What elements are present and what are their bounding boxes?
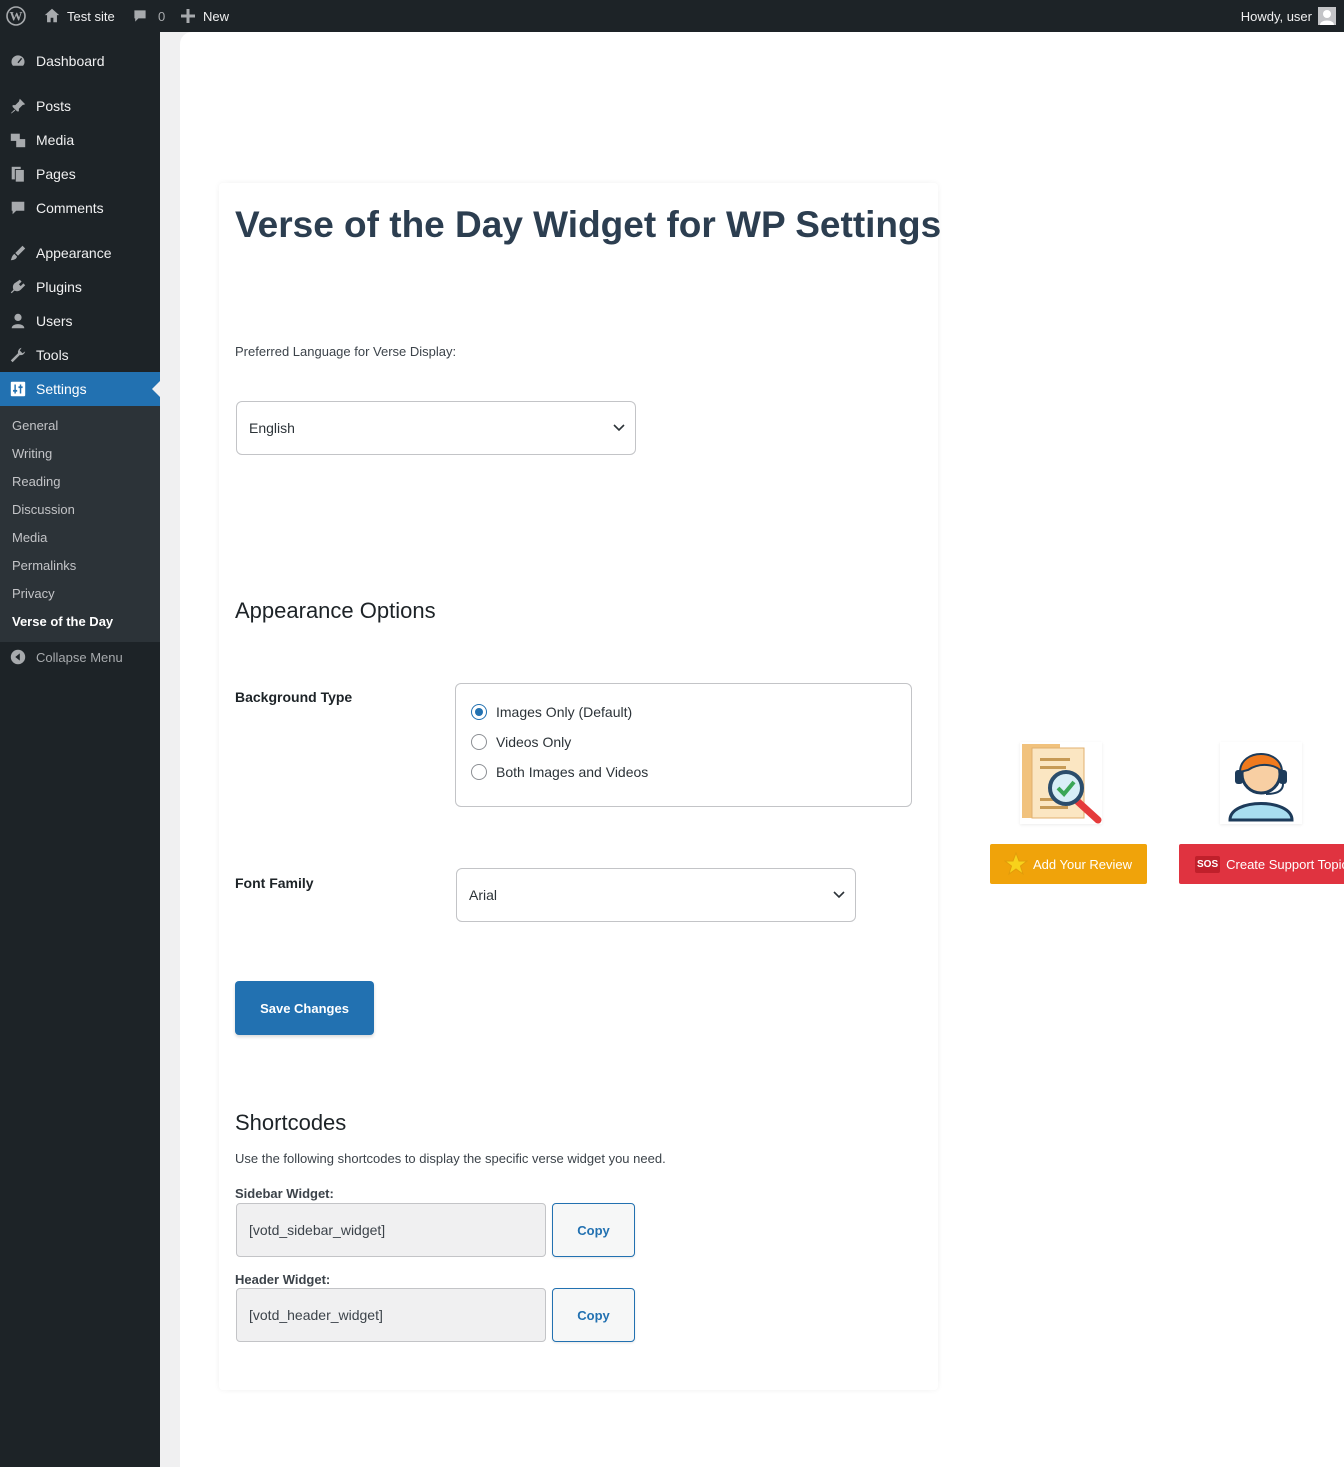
- submenu-item-discussion[interactable]: Discussion: [12, 502, 75, 517]
- page-title: Verse of the Day Widget for WP Settings: [235, 204, 942, 245]
- sidebar-item-label: Settings: [36, 381, 87, 397]
- radio-images-only[interactable]: Images Only (Default): [471, 704, 632, 720]
- sidebar-item-label: Users: [36, 313, 73, 329]
- shortcodes-description: Use the following shortcodes to display …: [235, 1151, 666, 1166]
- header-shortcode-field[interactable]: [votd_header_widget]: [236, 1288, 546, 1342]
- submenu-item-reading[interactable]: Reading: [12, 474, 60, 489]
- new-content-link[interactable]: New: [181, 0, 229, 32]
- plug-icon: [0, 278, 36, 296]
- sidebar-widget-label: Sidebar Widget:: [235, 1186, 334, 1201]
- submenu-item-privacy[interactable]: Privacy: [12, 586, 55, 601]
- submenu-item-verse-of-the-day[interactable]: Verse of the Day: [12, 614, 113, 629]
- submenu-item-writing[interactable]: Writing: [12, 446, 52, 461]
- home-icon: [44, 8, 60, 23]
- settings-icon: [0, 380, 36, 398]
- review-document-icon: [1020, 742, 1102, 824]
- sidebar-item-appearance[interactable]: Appearance: [0, 236, 160, 270]
- sidebar-shortcode-value: [votd_sidebar_widget]: [249, 1222, 386, 1238]
- radio-label: Images Only (Default): [496, 704, 633, 720]
- sidebar-item-plugins[interactable]: Plugins: [0, 270, 160, 304]
- chevron-down-icon: [613, 424, 625, 432]
- sidebar-item-dashboard[interactable]: Dashboard: [0, 44, 160, 78]
- new-label: New: [203, 8, 230, 24]
- comment-icon: [134, 10, 146, 22]
- plus-icon: [181, 9, 195, 23]
- radio-button[interactable]: [471, 704, 487, 720]
- sidebar-item-tools[interactable]: Tools: [0, 338, 160, 372]
- create-support-topic-button[interactable]: SOS Create Support Topic: [1179, 844, 1344, 884]
- site-name-link[interactable]: Test site: [43, 0, 115, 32]
- radio-label: Videos Only: [496, 734, 572, 750]
- comments-count: 0: [158, 8, 166, 24]
- sos-icon: SOS: [1195, 855, 1221, 873]
- language-label: Preferred Language for Verse Display:: [235, 344, 457, 359]
- user-icon: [0, 312, 36, 330]
- copy-sidebar-shortcode-button[interactable]: Copy: [552, 1203, 635, 1257]
- radio-videos-only[interactable]: Videos Only: [471, 734, 571, 750]
- howdy-text: Howdy, user: [1240, 8, 1312, 24]
- radio-button[interactable]: [471, 734, 487, 750]
- appearance-heading: Appearance Options: [235, 598, 436, 623]
- comments-link[interactable]: 0: [132, 0, 165, 32]
- svg-text:W: W: [10, 9, 23, 24]
- radio-label: Both Images and Videos: [496, 764, 649, 780]
- add-review-button[interactable]: Add Your Review: [990, 844, 1147, 884]
- submenu-item-permalinks[interactable]: Permalinks: [12, 558, 76, 573]
- background-type-label: Background Type: [235, 689, 353, 705]
- media-icon: [0, 131, 36, 149]
- font-select-value: Arial: [469, 887, 498, 903]
- current-menu-arrow: [152, 381, 160, 397]
- dashboard-icon: [0, 52, 36, 70]
- create-support-label: Create Support Topic: [1226, 856, 1344, 872]
- wordpress-logo-icon[interactable]: W: [6, 0, 26, 32]
- header-widget-label: Header Widget:: [235, 1272, 331, 1287]
- sidebar-item-comments[interactable]: Comments: [0, 191, 160, 225]
- brush-icon: [0, 244, 36, 262]
- sidebar-item-label: Tools: [36, 347, 69, 363]
- pin-icon: [0, 97, 36, 115]
- collapse-arrow-icon: [0, 648, 36, 666]
- star-icon: [1004, 852, 1028, 876]
- chevron-down-icon: [833, 891, 845, 899]
- header-shortcode-value: [votd_header_widget]: [249, 1307, 383, 1323]
- sidebar-item-label: Media: [36, 132, 75, 148]
- sidebar-item-label: Pages: [36, 166, 76, 182]
- radio-button[interactable]: [471, 764, 487, 780]
- settings-submenu: General Writing Reading Discussion Media…: [0, 406, 160, 642]
- sidebar-item-label: Plugins: [36, 279, 82, 295]
- submenu-item-general[interactable]: General: [12, 418, 58, 433]
- font-family-select[interactable]: Arial: [456, 868, 856, 922]
- collapse-label: Collapse Menu: [36, 649, 123, 665]
- sidebar-shortcode-field[interactable]: [votd_sidebar_widget]: [236, 1203, 546, 1257]
- sidebar-item-posts[interactable]: Posts: [0, 89, 160, 123]
- wrench-icon: [0, 346, 36, 364]
- admin-sidebar: Dashboard Posts Media Pages Comments App…: [0, 32, 160, 1467]
- pages-icon: [0, 165, 36, 183]
- sidebar-item-media[interactable]: Media: [0, 123, 160, 157]
- site-name: Test site: [67, 8, 115, 24]
- add-review-label: Add Your Review: [1033, 856, 1133, 872]
- submenu-item-media[interactable]: Media: [12, 530, 47, 545]
- sidebar-item-users[interactable]: Users: [0, 304, 160, 338]
- copy-header-shortcode-button[interactable]: Copy: [552, 1288, 635, 1342]
- save-changes-button[interactable]: Save Changes: [235, 981, 374, 1035]
- admin-bar: W Test site 0 New Howdy, user: [0, 0, 1344, 32]
- collapse-menu-button[interactable]: Collapse Menu: [0, 646, 123, 668]
- avatar: [1318, 7, 1336, 25]
- comment-icon: [0, 199, 36, 217]
- support-agent-icon: [1220, 742, 1302, 824]
- font-family-label: Font Family: [235, 875, 314, 891]
- sidebar-item-label: Dashboard: [36, 53, 105, 69]
- account-menu[interactable]: Howdy, user: [1241, 0, 1336, 32]
- shortcodes-heading: Shortcodes: [235, 1110, 347, 1135]
- sidebar-item-settings[interactable]: Settings: [0, 372, 160, 406]
- language-select[interactable]: English: [236, 401, 636, 455]
- sidebar-item-pages[interactable]: Pages: [0, 157, 160, 191]
- language-select-value: English: [249, 420, 295, 436]
- sidebar-item-label: Appearance: [36, 245, 112, 261]
- radio-both[interactable]: Both Images and Videos: [471, 764, 648, 780]
- sidebar-item-label: Comments: [36, 200, 104, 216]
- sidebar-item-label: Posts: [36, 98, 72, 114]
